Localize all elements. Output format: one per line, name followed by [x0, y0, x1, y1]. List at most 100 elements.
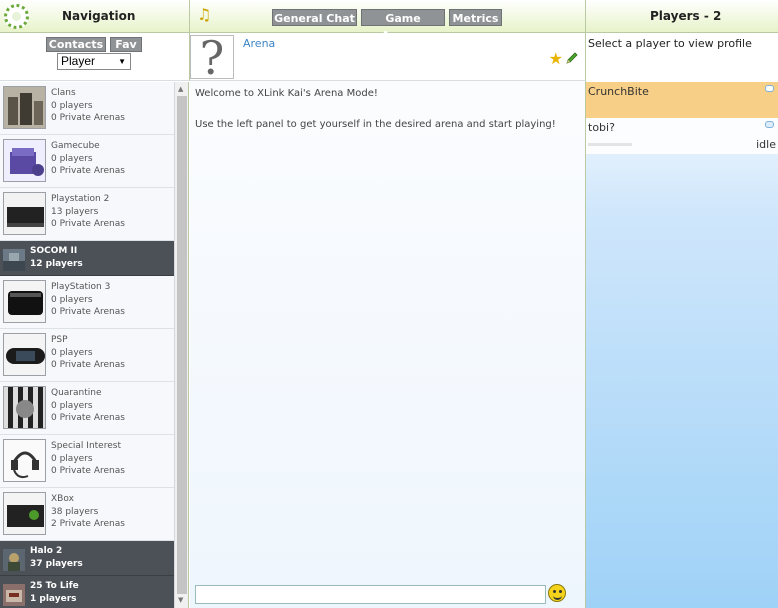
- star-icon[interactable]: ★: [549, 49, 563, 68]
- contacts-button[interactable]: Contacts: [46, 37, 106, 52]
- arena-chat: Welcome to XLink Kai's Arena Mode! Use t…: [190, 81, 586, 608]
- gamecube-icon: [3, 139, 46, 182]
- arena-list-item[interactable]: XBox 38 players 2 Private Arenas: [0, 488, 174, 541]
- arena-players: 0 players: [51, 400, 93, 411]
- arena-image-placeholder: ?: [190, 35, 234, 81]
- arena-info: Gamecube 0 players 0 Private Arenas: [51, 140, 125, 178]
- player-name: CrunchBite: [588, 85, 649, 98]
- player-filter-value: Player: [61, 54, 96, 68]
- arena-list-item[interactable]: Playstation 2 13 players 0 Private Arenas: [0, 188, 174, 241]
- chat-bubble-icon[interactable]: [765, 121, 774, 128]
- arena-name: Gamecube: [51, 141, 100, 151]
- arena-info: SOCOM II 12 players: [30, 245, 83, 270]
- player-row[interactable]: tobi? idle: [586, 118, 778, 154]
- tab-game-arenas[interactable]: Game Arenas: [361, 9, 445, 42]
- player-name: tobi?: [588, 121, 615, 134]
- arena-info: Clans 0 players 0 Private Arenas: [51, 87, 125, 125]
- welcome-message: Welcome to XLink Kai's Arena Mode!: [195, 88, 378, 99]
- arena-private: 0 Private Arenas: [51, 166, 125, 176]
- arena-name: SOCOM II: [30, 246, 78, 256]
- arena-link[interactable]: Arena: [243, 37, 275, 50]
- arena-name: Halo 2: [30, 546, 63, 556]
- player-profile-hint: Select a player to view profile: [586, 33, 778, 82]
- fav-button[interactable]: Fav: [110, 37, 142, 52]
- arena-players: 0 players: [51, 453, 93, 464]
- clans-icon: [3, 86, 46, 129]
- arena-players: 12 players: [30, 258, 83, 269]
- arena-name: Quarantine: [51, 388, 102, 398]
- quarantine-icon: [3, 386, 46, 429]
- arena-info: Halo 2 37 players: [30, 545, 83, 570]
- players-title: Players - 2: [650, 9, 722, 23]
- arena-name: Clans: [51, 88, 76, 98]
- arena-header: ? Arena ★: [190, 33, 586, 81]
- xbox-icon: [3, 492, 46, 535]
- arena-players: 1 players: [30, 593, 77, 604]
- arena-private: 0 Private Arenas: [51, 219, 125, 229]
- arena-list-item[interactable]: Special Interest 0 players 0 Private Arena…: [0, 435, 174, 488]
- 25tolife-icon: [3, 584, 25, 606]
- arena-private: 0 Private Arenas: [51, 307, 125, 317]
- arena-players: 0 players: [51, 153, 93, 164]
- arena-list-item[interactable]: SOCOM II 12 players: [0, 241, 174, 276]
- pencil-icon[interactable]: [565, 51, 579, 65]
- scrollbar-thumb[interactable]: [177, 96, 187, 594]
- player-row[interactable]: CrunchBite: [586, 82, 778, 118]
- playstation2-icon: [3, 192, 46, 235]
- arena-players: 0 players: [51, 100, 93, 111]
- smiley-icon[interactable]: [548, 584, 566, 602]
- chat-input[interactable]: [195, 585, 546, 604]
- scroll-up-icon[interactable]: ▲: [178, 85, 183, 93]
- arena-players: 13 players: [51, 206, 99, 217]
- player-filter-select[interactable]: Player ▼: [57, 53, 131, 70]
- arena-name: Playstation 2: [51, 194, 110, 204]
- arena-players: 0 players: [51, 294, 93, 305]
- arena-list-item[interactable]: Gamecube 0 players 0 Private Arenas: [0, 135, 174, 188]
- player-status: idle: [756, 138, 776, 151]
- arena-private: 0 Private Arenas: [51, 466, 125, 476]
- arena-name: Special Interest: [51, 441, 121, 451]
- arena-name: XBox: [51, 494, 74, 504]
- arena-private: 0 Private Arenas: [51, 413, 125, 423]
- arena-list-item[interactable]: 25 To Life 1 players: [0, 576, 174, 608]
- arena-players: 37 players: [30, 558, 83, 569]
- arena-private: 2 Private Arenas: [51, 519, 125, 529]
- psp-icon: [3, 333, 46, 376]
- chat-bubble-icon[interactable]: [765, 85, 774, 92]
- navigation-title: Navigation: [62, 9, 136, 23]
- players-list: CrunchBite tobi? idle: [586, 82, 778, 608]
- tab-general-chat[interactable]: General Chat: [272, 9, 357, 26]
- arena-list-item[interactable]: Quarantine 0 players 0 Private Arenas: [0, 382, 174, 435]
- halo2-icon: [3, 549, 25, 571]
- headset-icon: [3, 439, 46, 482]
- music-note-icon[interactable]: ♫: [197, 5, 211, 24]
- arena-players: 0 players: [51, 347, 93, 358]
- arena-info: XBox 38 players 2 Private Arenas: [51, 493, 125, 531]
- arena-list-scrollbar[interactable]: ▲ ▼: [175, 82, 189, 608]
- tab-metrics[interactable]: Metrics: [449, 9, 502, 26]
- arena-private: 0 Private Arenas: [51, 113, 125, 123]
- xlink-logo-icon[interactable]: [4, 4, 29, 29]
- arena-info: 25 To Life 1 players: [30, 580, 79, 605]
- player-activity-bar: [588, 143, 632, 146]
- playstation3-icon: [3, 280, 46, 323]
- arena-list-item[interactable]: PSP 0 players 0 Private Arenas: [0, 329, 174, 382]
- arena-players: 38 players: [51, 506, 99, 517]
- arena-list-item[interactable]: Clans 0 players 0 Private Arenas: [0, 82, 174, 135]
- arena-name: 25 To Life: [30, 581, 79, 591]
- arena-list: Clans 0 players 0 Private Arenas Gamecube 0 …: [0, 82, 175, 608]
- instruction-message: Use the left panel to get yourself in th…: [195, 119, 556, 130]
- profile-hint-text: Select a player to view profile: [588, 37, 752, 50]
- arena-list-item[interactable]: Halo 2 37 players: [0, 541, 174, 576]
- arena-private: 0 Private Arenas: [51, 360, 125, 370]
- scroll-down-icon[interactable]: ▼: [178, 596, 183, 604]
- arena-name: PlayStation 3: [51, 282, 111, 292]
- arena-info: Quarantine 0 players 0 Private Arenas: [51, 387, 125, 425]
- arena-info: PlayStation 3 0 players 0 Private Arenas: [51, 281, 125, 319]
- tabs-header: ♫ General Chat Game Arenas Metrics: [190, 0, 586, 42]
- arena-info: Playstation 2 13 players 0 Private Arenas: [51, 193, 125, 231]
- arena-name: PSP: [51, 335, 68, 345]
- arena-list-item[interactable]: PlayStation 3 0 players 0 Private Arenas: [0, 276, 174, 329]
- socom-icon: [3, 249, 25, 271]
- arena-info: Special Interest 0 players 0 Private Arena…: [51, 440, 125, 478]
